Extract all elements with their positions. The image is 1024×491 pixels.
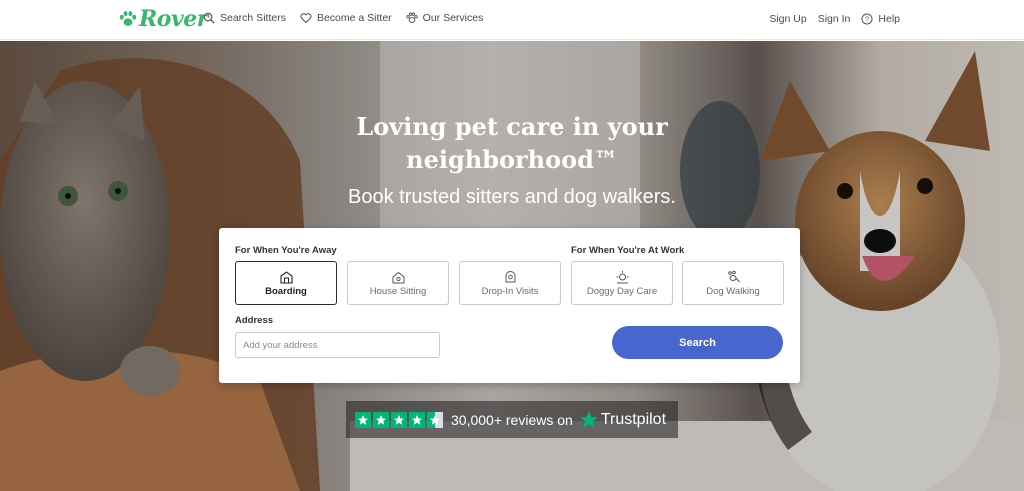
service-label: Dog Walking bbox=[706, 285, 760, 297]
service-dog-walking[interactable]: Dog Walking bbox=[682, 261, 784, 305]
paw-outline-icon bbox=[406, 12, 418, 23]
house-sitting-icon bbox=[392, 271, 404, 283]
dog-walking-icon bbox=[727, 270, 740, 282]
hero-title-line1: Loving pet care in your bbox=[356, 112, 668, 141]
half-star-icon bbox=[427, 411, 443, 428]
help-icon: ? bbox=[861, 13, 873, 25]
drop-in-icon bbox=[505, 270, 515, 282]
trustpilot-brand: Trustpilot bbox=[600, 410, 667, 428]
trustpilot-star-icon bbox=[579, 410, 598, 428]
hero-subtitle: Book trusted sitters and dog walkers. bbox=[348, 186, 676, 208]
nav-search-sitters[interactable]: Search Sitters bbox=[203, 12, 286, 24]
hero-section: Loving pet care in your neighborhood™ Bo… bbox=[0, 41, 1024, 491]
trustpilot-badge[interactable]: 30,000+ reviews on Trustpilot bbox=[346, 401, 678, 438]
service-house-sitting[interactable]: House Sitting bbox=[347, 261, 449, 305]
nav-our-services[interactable]: Our Services bbox=[406, 12, 484, 24]
primary-nav: Search Sitters Become a Sitter Our Servi… bbox=[203, 12, 497, 24]
address-label: Address bbox=[235, 315, 274, 326]
boarding-icon bbox=[279, 270, 293, 284]
help-label: Help bbox=[878, 13, 900, 25]
top-nav-bar: Rover Search Sitters Become a Sitter Our… bbox=[0, 0, 1024, 40]
rover-logo[interactable]: Rover bbox=[119, 6, 208, 32]
away-section-label: For When You're Away bbox=[235, 245, 337, 256]
hero-title: Loving pet care in your neighborhood™ bbox=[0, 110, 1024, 176]
help-link[interactable]: ? Help bbox=[861, 13, 900, 25]
svg-text:?: ? bbox=[865, 15, 869, 24]
service-label: Drop-In Visits bbox=[481, 285, 539, 297]
star-icon bbox=[409, 411, 425, 428]
search-button[interactable]: Search bbox=[612, 326, 783, 359]
service-label: Doggy Day Care bbox=[586, 285, 658, 297]
trustpilot-logo: Trustpilot bbox=[579, 410, 666, 430]
account-nav: Sign Up Sign In ? Help bbox=[758, 13, 900, 25]
star-icon bbox=[391, 411, 407, 428]
address-input[interactable] bbox=[235, 332, 440, 358]
search-icon bbox=[203, 12, 215, 24]
service-label: House Sitting bbox=[369, 285, 427, 297]
service-boarding[interactable]: Boarding bbox=[235, 261, 337, 305]
nav-become-sitter[interactable]: Become a Sitter bbox=[300, 12, 392, 24]
brand-name: Rover bbox=[139, 6, 208, 32]
hero-title-line2: neighborhood™ bbox=[406, 145, 618, 174]
work-section-label: For When You're At Work bbox=[571, 245, 685, 256]
service-doggy-day-care[interactable]: Doggy Day Care bbox=[571, 261, 673, 305]
sign-up-link[interactable]: Sign Up bbox=[769, 13, 806, 25]
nav-label: Search Sitters bbox=[220, 12, 286, 24]
nav-label: Our Services bbox=[422, 12, 484, 24]
day-care-icon bbox=[616, 270, 628, 283]
service-label: Boarding bbox=[265, 285, 307, 297]
trustpilot-reviews-text: 30,000+ reviews on bbox=[451, 411, 573, 428]
nav-label: Become a Sitter bbox=[316, 12, 392, 24]
star-icon bbox=[373, 411, 389, 428]
service-drop-in-visits[interactable]: Drop-In Visits bbox=[459, 261, 561, 305]
search-card: For When You're Away For When You're At … bbox=[219, 228, 800, 383]
sign-in-link[interactable]: Sign In bbox=[818, 13, 851, 25]
star-icon bbox=[355, 411, 371, 428]
heart-icon bbox=[300, 13, 312, 24]
paw-icon bbox=[119, 11, 137, 26]
trustpilot-stars bbox=[355, 411, 445, 428]
